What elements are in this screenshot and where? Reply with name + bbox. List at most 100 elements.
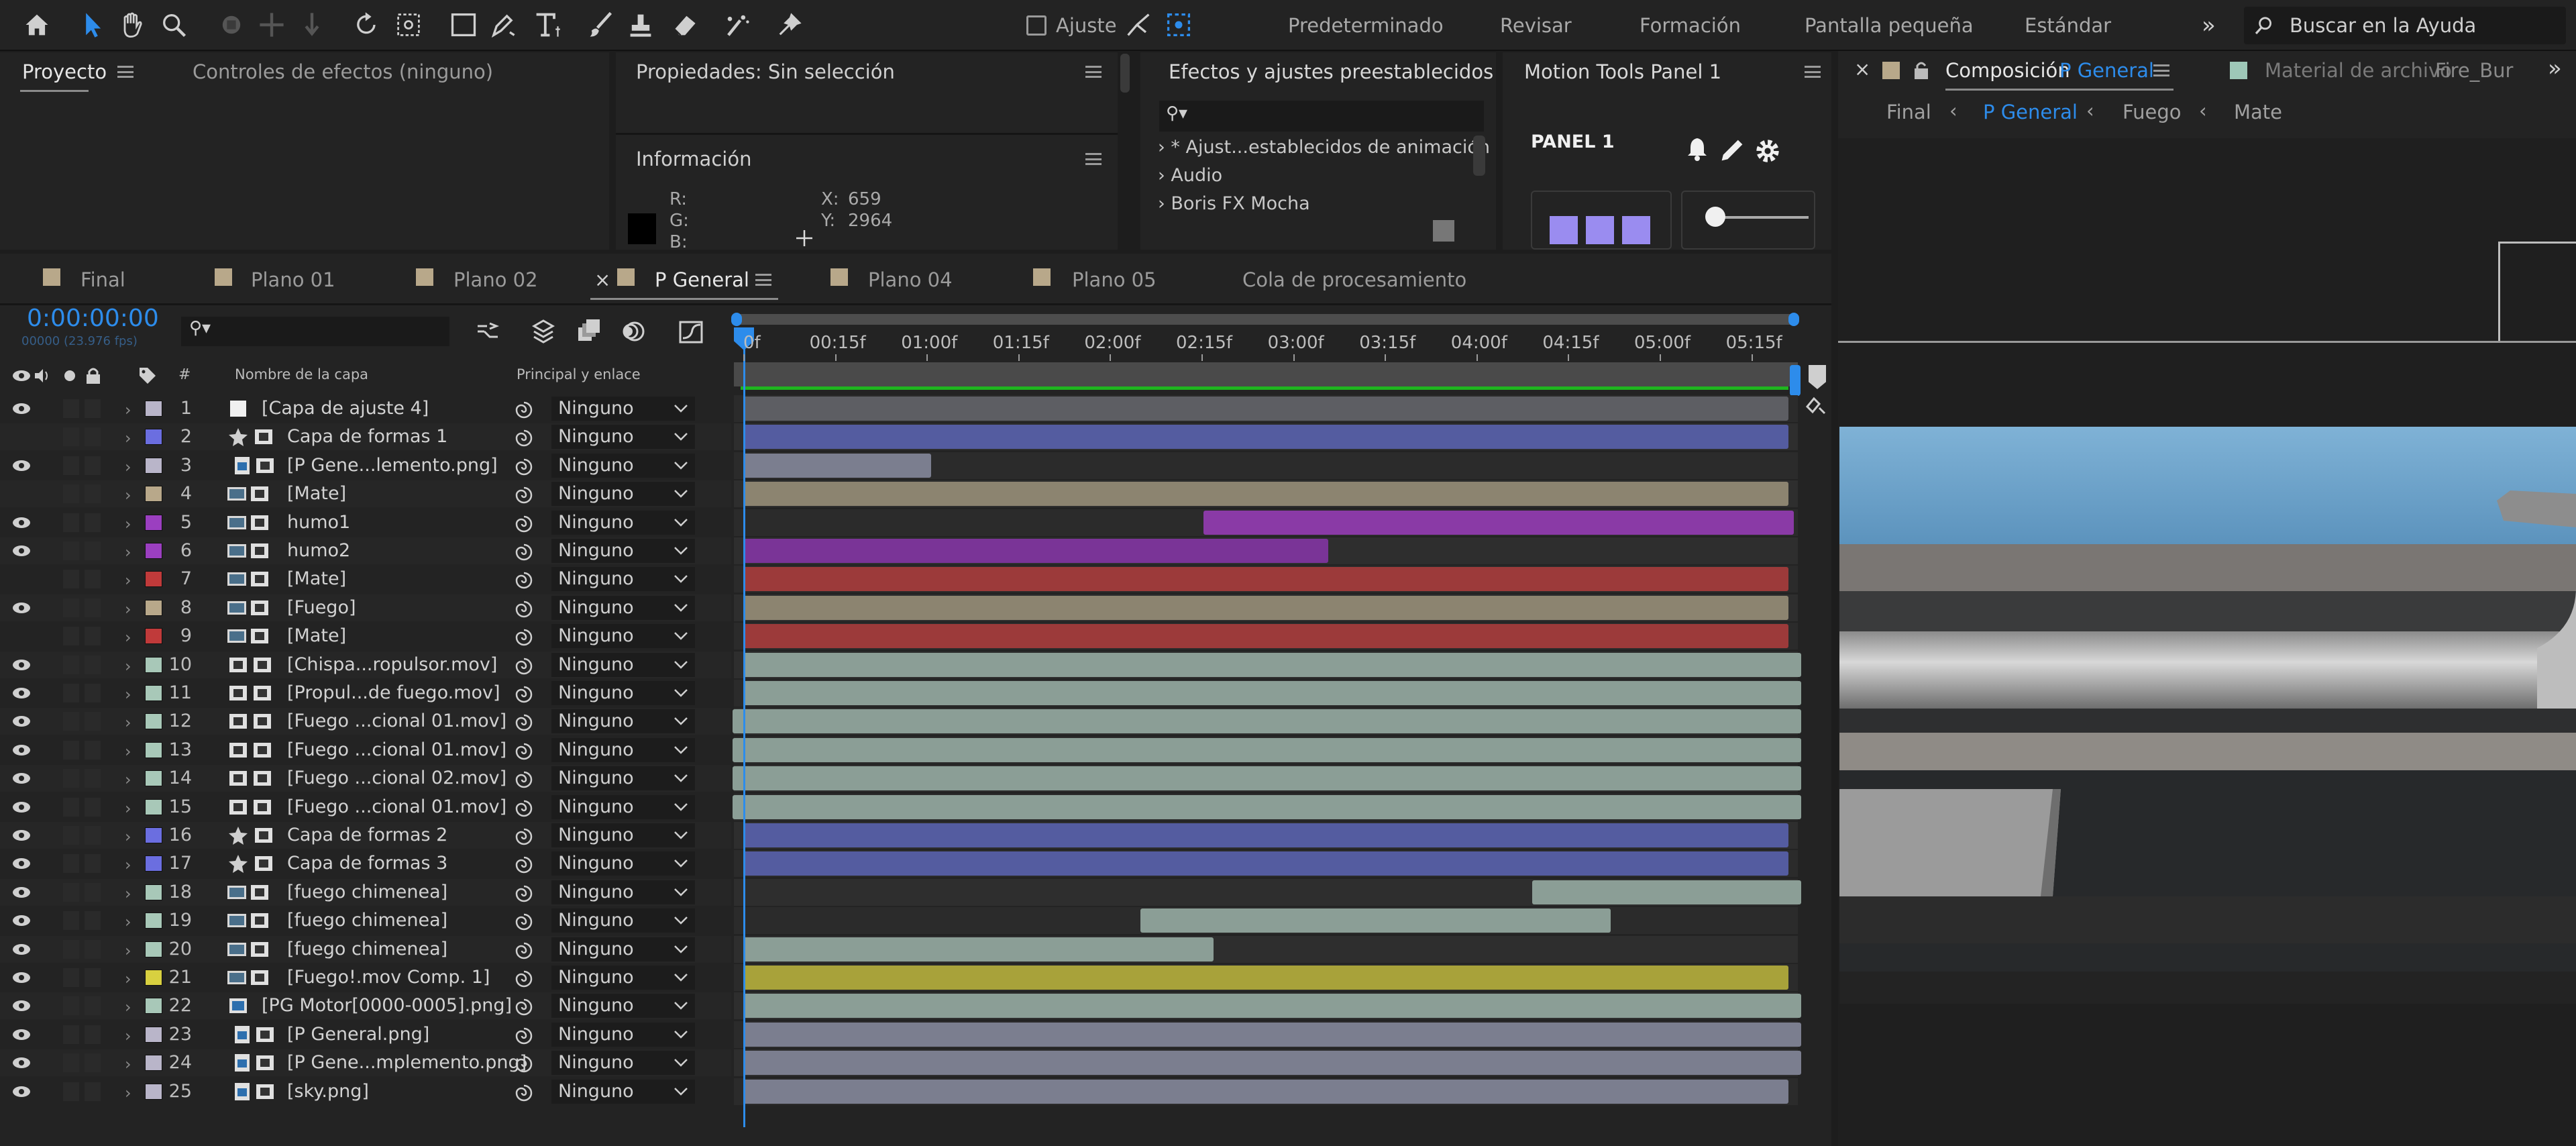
lock-switch[interactable] [85, 1053, 101, 1073]
expand-chevron-icon[interactable]: › [125, 429, 131, 448]
close-comp-icon[interactable]: × [1854, 58, 1870, 81]
solo-switch[interactable] [63, 996, 79, 1016]
eye-icon[interactable] [12, 1085, 31, 1098]
chevron-down-icon[interactable] [674, 461, 688, 470]
playhead-line[interactable] [743, 329, 745, 1127]
layer-name[interactable]: [Mate] [287, 622, 346, 650]
chevron-down-icon[interactable] [674, 1058, 688, 1067]
comp-flowchart-icon[interactable] [475, 318, 502, 345]
solo-switch[interactable] [63, 541, 79, 560]
chevron-down-icon[interactable] [674, 688, 688, 698]
motion-button-2[interactable] [1586, 216, 1614, 244]
expand-chevron-icon[interactable]: › [125, 657, 131, 676]
layer-switch-icon[interactable] [252, 683, 272, 703]
expand-chevron-icon[interactable]: › [125, 827, 131, 846]
chevron-down-icon[interactable] [674, 717, 688, 726]
lock-switch[interactable] [85, 570, 101, 589]
puppet-pin-icon[interactable] [771, 7, 808, 43]
home-icon[interactable] [19, 7, 55, 43]
effects-item-boris[interactable]: › Boris FX Mocha [1158, 193, 1310, 214]
layer-switch-icon[interactable] [255, 1025, 275, 1045]
expand-chevron-icon[interactable]: › [125, 913, 131, 931]
parent-pick-whip-icon[interactable] [514, 884, 534, 902]
layer-name[interactable]: [Fuego ...cional 01.mov] [287, 793, 506, 821]
layer-name[interactable]: Capa de formas 3 [287, 849, 447, 878]
parent-pick-whip-icon[interactable] [514, 1083, 534, 1102]
layer-name[interactable]: [fuego chimenea] [287, 935, 447, 963]
chevron-down-icon[interactable] [674, 1030, 688, 1039]
layer-name[interactable]: [P Gene...mplemento.png] [287, 1049, 527, 1077]
expand-chevron-icon[interactable]: › [125, 855, 131, 874]
expand-chevron-icon[interactable]: › [125, 941, 131, 960]
dolly-tool-icon[interactable] [294, 7, 330, 43]
solo-switch[interactable] [63, 968, 79, 987]
solo-switch[interactable] [63, 427, 79, 447]
layer-duration-bar[interactable] [743, 539, 1329, 563]
draft-3d-icon[interactable] [530, 318, 557, 345]
time-navigator-start[interactable] [731, 313, 742, 326]
layer-switch-icon[interactable] [254, 825, 274, 845]
solo-switch[interactable] [63, 882, 79, 902]
audio-speaker-icon[interactable] [34, 368, 51, 384]
graph-editor-icon[interactable] [678, 318, 704, 345]
layer-duration-bar[interactable] [743, 397, 1788, 421]
layer-switch-icon[interactable] [252, 740, 272, 760]
layer-name[interactable]: [Fuego!.mov Comp. 1] [287, 963, 490, 992]
lock-switch[interactable] [85, 456, 101, 475]
parent-pick-whip-icon[interactable] [514, 627, 534, 646]
chevron-down-icon[interactable] [674, 973, 688, 982]
layer-name[interactable]: [Fuego ...cional 01.mov] [287, 707, 506, 735]
layer-name[interactable]: [P General.png] [287, 1021, 429, 1049]
parent-pick-whip-icon[interactable] [514, 599, 534, 618]
chevron-down-icon[interactable] [674, 518, 688, 527]
chevron-down-icon[interactable] [674, 831, 688, 840]
layer-duration-bar[interactable] [743, 681, 1801, 705]
motion-menu-icon[interactable] [1805, 66, 1821, 78]
parent-pick-whip-icon[interactable] [514, 969, 534, 988]
layer-name[interactable]: [PG Motor[0000-0005].png] [262, 992, 512, 1020]
layer-row[interactable]: › 9 [Mate] Ninguno [0, 622, 1831, 650]
snap-edge-icon[interactable] [1120, 7, 1157, 43]
solo-switch[interactable] [63, 797, 79, 817]
properties-scrollbar[interactable] [1120, 54, 1130, 93]
layer-duration-bar[interactable] [733, 794, 1801, 819]
layer-name[interactable]: [Propul...de fuego.mov] [287, 679, 500, 707]
layer-row[interactable]: › 3 [P Gene...lemento.png] Ninguno [0, 452, 1831, 480]
layer-row[interactable]: › 11 [Propul...de fuego.mov] Ninguno [0, 679, 1831, 707]
lock-switch[interactable] [85, 882, 101, 902]
rectangle-tool-icon[interactable] [445, 7, 482, 43]
breadcrumb-final[interactable]: Final [1886, 101, 1931, 123]
layer-row[interactable]: › 10 [Chispa...ropulsor.mov] Ninguno [0, 651, 1831, 679]
gear-icon[interactable] [1752, 136, 1783, 166]
expand-chevron-icon[interactable]: › [125, 571, 131, 590]
parent-pick-whip-icon[interactable] [514, 542, 534, 561]
layer-name[interactable]: Capa de formas 1 [287, 423, 447, 451]
layer-switch-icon[interactable] [252, 655, 272, 675]
chevron-down-icon[interactable] [674, 489, 688, 499]
eye-icon[interactable] [12, 971, 31, 984]
solo-switch[interactable] [63, 399, 79, 418]
parent-pick-whip-icon[interactable] [514, 514, 534, 533]
eye-icon[interactable] [12, 402, 31, 415]
layer-switch-icon[interactable] [255, 1053, 275, 1073]
expand-chevron-icon[interactable]: › [125, 628, 131, 647]
layer-row[interactable]: › 13 [Fuego ...cional 01.mov] Ninguno [0, 736, 1831, 764]
chevron-down-icon[interactable] [674, 574, 688, 584]
expand-chevron-icon[interactable]: › [125, 543, 131, 562]
eye-icon[interactable] [12, 800, 31, 814]
solo-switch[interactable] [63, 826, 79, 845]
lock-switch[interactable] [85, 513, 101, 532]
layer-duration-bar[interactable] [743, 425, 1788, 450]
eraser-icon[interactable] [665, 7, 702, 43]
composition-tab-label[interactable]: Composición [1945, 59, 2070, 82]
layer-row[interactable]: › 19 [fuego chimenea] Ninguno [0, 906, 1831, 935]
more-workspaces-button[interactable]: » [2202, 0, 2216, 51]
layer-row[interactable]: › 15 [Fuego ...cional 01.mov] Ninguno [0, 793, 1831, 821]
lock-switch[interactable] [85, 655, 101, 674]
layer-row[interactable]: › 4 [Mate] Ninguno [0, 480, 1831, 508]
layer-row[interactable]: › 23 [P General.png] Ninguno [0, 1021, 1831, 1049]
layer-duration-bar[interactable] [743, 823, 1788, 847]
layer-duration-bar[interactable] [743, 595, 1788, 620]
expand-chevron-icon[interactable]: › [125, 713, 131, 732]
expand-chevron-icon[interactable]: › [125, 970, 131, 988]
